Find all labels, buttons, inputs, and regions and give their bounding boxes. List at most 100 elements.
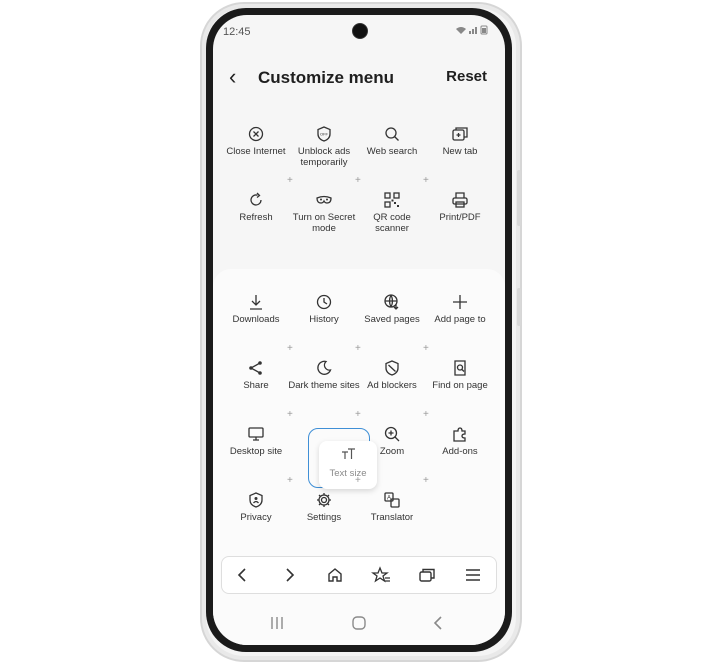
menu-item-label: Ad blockers	[367, 380, 417, 391]
back-arrow-icon[interactable]: ‹	[229, 65, 236, 89]
star-list-icon[interactable]	[370, 565, 392, 585]
plus-icon	[424, 291, 496, 313]
privacy-shield-icon	[220, 489, 292, 511]
menu-item-secret-mode[interactable]: Turn on Secret mode	[288, 189, 360, 234]
menu-item-ad-blockers[interactable]: Ad blockers	[356, 357, 428, 391]
menu-item-label: Unblock ads temporarily	[297, 146, 351, 168]
qr-code-icon	[356, 189, 428, 211]
home-circle-icon[interactable]	[351, 615, 367, 636]
drop-slot-indicator: +	[423, 409, 429, 420]
shield-off-icon: OFF	[288, 123, 360, 145]
drop-slot-indicator: +	[423, 343, 429, 354]
drop-slot-indicator: +	[423, 175, 429, 186]
drop-slot-indicator: +	[287, 343, 293, 354]
menu-item-label: QR code scanner	[373, 212, 411, 234]
menu-item-print-pdf[interactable]: Print/PDF	[424, 189, 496, 223]
menu-item-history[interactable]: History	[288, 291, 360, 325]
download-icon	[220, 291, 292, 313]
recents-icon[interactable]	[269, 615, 285, 636]
menu-item-label: Close Internet	[226, 146, 286, 157]
mask-icon	[288, 189, 360, 211]
menu-item-unblock-ads[interactable]: OFF Unblock ads temporarily	[288, 123, 360, 168]
menu-item-close-internet[interactable]: Close Internet	[220, 123, 292, 157]
status-icons	[455, 25, 491, 38]
dragging-item-label: Text size	[329, 468, 367, 479]
menu-item-zoom[interactable]: Zoom	[356, 423, 428, 457]
tabs-icon[interactable]	[416, 565, 438, 585]
menu-item-settings[interactable]: Settings	[288, 489, 360, 523]
status-bar: 12:45	[213, 15, 505, 47]
drop-slot-indicator: +	[423, 475, 429, 486]
drop-slot-indicator: +	[355, 475, 361, 486]
menu-item-label: Add-ons	[442, 446, 478, 457]
menu-item-text-size-slot	[288, 423, 360, 424]
menu-item-add-page-to[interactable]: Add page to	[424, 291, 496, 325]
menu-item-translator[interactable]: A Translator	[356, 489, 428, 523]
desktop-icon	[220, 423, 292, 445]
menu-item-label: Refresh	[239, 212, 273, 223]
drop-slot-indicator: +	[287, 475, 293, 486]
reset-button[interactable]: Reset	[446, 68, 487, 85]
gear-icon	[288, 489, 360, 511]
menu-item-share[interactable]: Share	[220, 357, 292, 391]
chevron-left-icon[interactable]	[232, 565, 254, 585]
drop-slot-indicator: +	[355, 175, 361, 186]
back-chevron-icon[interactable]	[431, 615, 447, 636]
menu-item-label: Share	[243, 380, 269, 391]
menu-item-label: Zoom	[379, 446, 405, 457]
find-icon	[424, 357, 496, 379]
menu-item-label: Turn on Secret mode	[292, 212, 356, 234]
menu-item-desktop-site[interactable]: Desktop site	[220, 423, 292, 457]
menu-item-label: Web search	[366, 146, 418, 157]
menu-item-saved-pages[interactable]: Saved pages	[356, 291, 428, 325]
menu-item-label: Print/PDF	[439, 212, 481, 223]
close-circle-icon	[220, 123, 292, 145]
printer-icon	[424, 189, 496, 211]
menu-item-label: Desktop site	[229, 446, 283, 457]
home-icon[interactable]	[324, 565, 346, 585]
menu-item-label: Find on page	[432, 380, 488, 391]
volume-button	[517, 170, 521, 226]
share-icon	[220, 357, 292, 379]
menu-item-privacy[interactable]: Privacy	[220, 489, 292, 523]
svg-text:OFF: OFF	[320, 131, 329, 136]
menu-item-label: Settings	[306, 512, 342, 523]
shield-block-icon	[356, 357, 428, 379]
bottom-toolbar	[221, 556, 497, 594]
chevron-right-icon[interactable]	[278, 565, 300, 585]
menu-item-label: Saved pages	[364, 314, 420, 325]
menu-item-downloads[interactable]: Downloads	[220, 291, 292, 325]
menu-item-refresh[interactable]: Refresh	[220, 189, 292, 223]
status-time: 12:45	[223, 26, 251, 38]
page-title: Customize menu	[258, 68, 395, 87]
svg-text:A: A	[387, 495, 391, 501]
drop-slot-indicator: +	[287, 409, 293, 420]
drop-slot-indicator: +	[355, 409, 361, 420]
drop-slot-indicator: +	[355, 343, 361, 354]
menu-item-label: History	[309, 314, 339, 325]
hamburger-icon[interactable]	[462, 565, 484, 585]
menu-item-label: New tab	[442, 146, 478, 157]
menu-item-label: Translator	[370, 512, 414, 523]
menu-item-label: Add page to	[434, 314, 486, 325]
translate-icon: A	[356, 489, 428, 511]
zoom-in-icon	[356, 423, 428, 445]
system-nav-bar	[213, 611, 505, 645]
menu-item-label: Privacy	[240, 512, 272, 523]
menu-item-new-tab[interactable]: New tab	[424, 123, 496, 157]
menu-item-qr-scanner[interactable]: QR code scanner	[356, 189, 428, 234]
app-header: ‹ Customize menu Reset	[213, 63, 505, 93]
menu-item-dark-theme-sites[interactable]: Dark theme sites	[288, 357, 360, 391]
menu-item-web-search[interactable]: Web search	[356, 123, 428, 157]
new-tab-icon	[424, 123, 496, 145]
search-icon	[356, 123, 428, 145]
power-button	[517, 288, 521, 326]
camera-hole	[352, 23, 368, 39]
screen: 12:45 ‹ Customize menu Reset Text size C…	[213, 15, 505, 645]
refresh-icon	[220, 189, 292, 211]
menu-item-label: Dark theme sites	[288, 380, 360, 391]
globe-download-icon	[356, 291, 428, 313]
puzzle-icon	[424, 423, 496, 445]
menu-item-add-ons[interactable]: Add-ons	[424, 423, 496, 457]
menu-item-find-on-page[interactable]: Find on page	[424, 357, 496, 391]
